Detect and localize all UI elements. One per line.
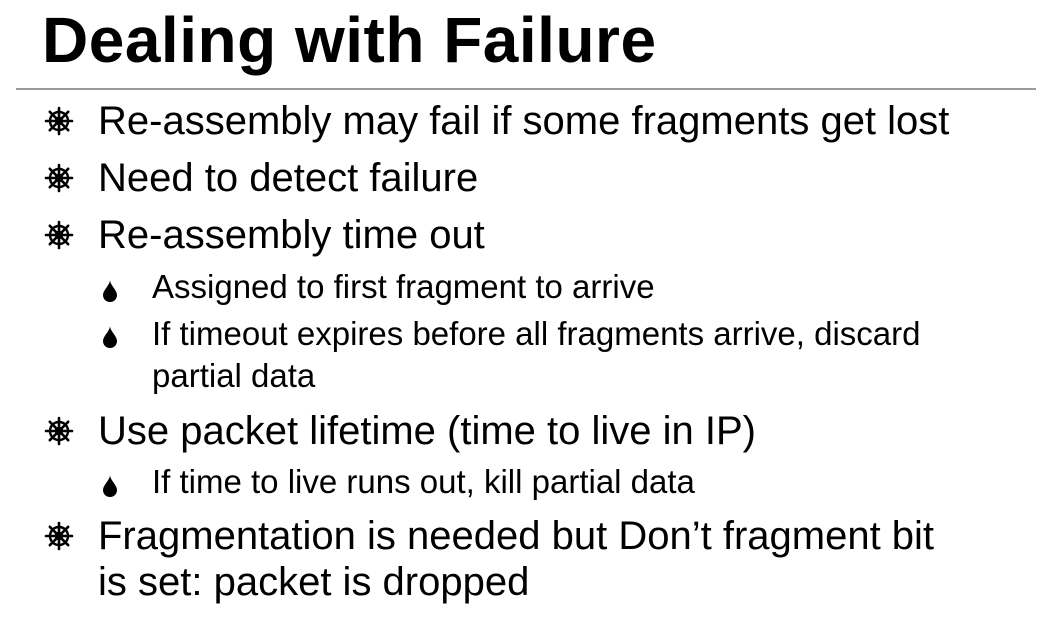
wheel-bullet-icon bbox=[44, 521, 74, 551]
bullet-text: Re-assembly may fail if some fragments g… bbox=[98, 99, 950, 143]
wheel-bullet-icon bbox=[44, 106, 74, 136]
sub-bullet-text: If time to live runs out, kill partial d… bbox=[152, 463, 695, 500]
wheel-bullet-icon bbox=[44, 220, 74, 250]
sub-bullet-text-continued: partial data bbox=[152, 357, 316, 394]
drop-bullet-icon bbox=[100, 474, 120, 498]
drop-bullet-icon bbox=[100, 325, 120, 349]
slide: Dealing with Failure Re-assembly may fai… bbox=[0, 0, 1048, 623]
wheel-bullet-icon bbox=[44, 163, 74, 193]
bullet-text: Fragmentation is needed but Don’t fragme… bbox=[98, 514, 935, 558]
bullet-text: Re-assembly time out bbox=[98, 213, 485, 257]
drop-bullet-icon bbox=[100, 279, 120, 303]
sub-bullet-text: Assigned to first fragment to arrive bbox=[152, 268, 655, 305]
bullet-text-continued: is set: packet is dropped bbox=[98, 560, 530, 604]
wheel-bullet-icon bbox=[44, 416, 74, 446]
bullet-text: Need to detect failure bbox=[98, 156, 479, 200]
slide-title: Dealing with Failure bbox=[42, 4, 657, 76]
bullet-text: Use packet lifetime (time to live in IP) bbox=[98, 409, 756, 453]
sub-bullet-text: If timeout expires before all fragments … bbox=[152, 315, 921, 352]
title-divider bbox=[16, 88, 1036, 90]
